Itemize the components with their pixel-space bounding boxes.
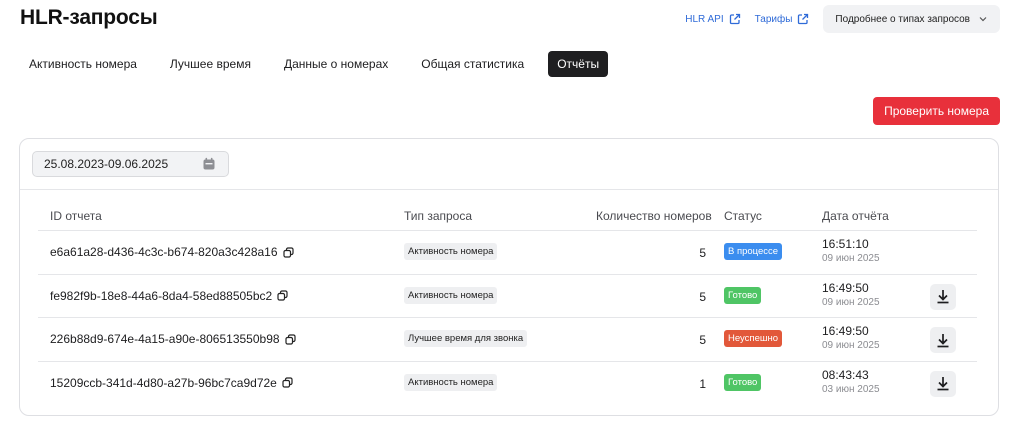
status-cell: В процессе (724, 243, 783, 260)
report-time: 08:43:43 (822, 367, 869, 382)
column-header-status: Статус (724, 209, 762, 223)
header: HLR-запросы HLR API Тарифы Подробнее о т… (20, 5, 1000, 33)
tab-reports[interactable]: Отчёты (548, 51, 609, 77)
status-cell: Готово (724, 373, 762, 391)
request-type-cell: Активность номера (404, 373, 498, 391)
status-badge: Готово (724, 373, 762, 391)
request-type-tag: Активность номера (404, 243, 498, 260)
download-icon (937, 377, 949, 391)
copy-icon[interactable] (282, 377, 293, 388)
request-type-cell: Активность номера (404, 286, 498, 304)
request-types-dropdown-label: Подробнее о типах запросов (835, 13, 970, 25)
report-time: 16:51:10 (822, 237, 869, 251)
external-link-icon (729, 13, 740, 25)
header-links: HLR API Тарифы Подробнее о типах запросо… (685, 5, 1000, 33)
report-date-cell: 08:43:43 03 июн 2025 (822, 367, 880, 397)
copy-icon[interactable] (282, 246, 294, 258)
numbers-count: 5 (699, 333, 706, 347)
tariffs-link[interactable]: Тарифы (755, 13, 810, 25)
table-row: fe982f9b-18e8-44a6-8da4-58ed88505bc2 Акт… (38, 275, 977, 318)
calendar-icon (203, 157, 215, 170)
status-badge: В процессе (724, 243, 783, 260)
chevron-down-icon (979, 17, 987, 22)
column-header-count: Количество номеров (596, 209, 712, 223)
request-type-tag: Лучшее время для звонка (404, 330, 528, 347)
column-header-date: Дата отчёта (822, 209, 889, 223)
request-types-dropdown[interactable]: Подробнее о типах запросов (823, 5, 1000, 33)
status-cell: Готово (724, 286, 762, 304)
request-type-tag: Активность номера (404, 286, 498, 304)
reports-table: ID отчета Тип запроса Количество номеров… (38, 201, 977, 405)
report-id: fe982f9b-18e8-44a6-8da4-58ed88505bc2 (50, 288, 273, 303)
numbers-count: 5 (699, 246, 706, 260)
tariffs-link-label: Тарифы (754, 13, 793, 25)
download-button[interactable] (930, 283, 956, 310)
tab-number-data[interactable]: Данные о номерах (275, 51, 397, 77)
column-header-id: ID отчета (50, 209, 102, 223)
reports-card: 25.08.2023-09.06.2025 ID отчета Тип запр… (19, 138, 999, 416)
hlr-api-link[interactable]: HLR API (685, 13, 740, 25)
status-badge: Неуспешно (724, 330, 783, 347)
report-date-cell: 16:49:50 09 июн 2025 (822, 280, 880, 310)
filter-bar: 25.08.2023-09.06.2025 (20, 139, 998, 190)
report-id: 15209ccb-341d-4d80-a27b-96bc7ca9d72e (50, 375, 277, 390)
report-id-cell: 226b88d9-674e-4a15-a90e-806513550b98 (50, 332, 296, 346)
report-time: 16:49:50 (822, 324, 869, 338)
request-type-cell: Лучшее время для звонка (404, 330, 528, 347)
external-link-icon (798, 13, 809, 25)
report-id-cell: e6a61a28-d436-4c3c-b674-820a3c428a16 (50, 245, 294, 259)
report-day: 09 июн 2025 (822, 340, 880, 351)
request-type-cell: Активность номера (404, 243, 498, 260)
report-day: 09 июн 2025 (822, 253, 880, 264)
table-row: 226b88d9-674e-4a15-a90e-806513550b98 Луч… (38, 318, 977, 362)
numbers-count: 1 (699, 376, 706, 391)
report-id-cell: fe982f9b-18e8-44a6-8da4-58ed88505bc2 (50, 289, 288, 303)
check-numbers-button[interactable]: Проверить номера (873, 97, 1000, 125)
numbers-count: 5 (699, 289, 706, 304)
date-range-picker[interactable]: 25.08.2023-09.06.2025 (32, 151, 229, 177)
report-id: e6a61a28-d436-4c3c-b674-820a3c428a16 (50, 245, 278, 259)
request-type-tag: Активность номера (404, 373, 498, 391)
page-title: HLR-запросы (20, 6, 158, 29)
table-row: 15209ccb-341d-4d80-a27b-96bc7ca9d72e Акт… (38, 362, 977, 406)
download-button[interactable] (930, 327, 956, 353)
download-icon (937, 290, 949, 304)
download-button[interactable] (930, 370, 956, 397)
download-icon (937, 333, 949, 347)
report-day: 09 июн 2025 (822, 296, 880, 308)
status-cell: Неуспешно (724, 330, 783, 347)
tab-number-activity[interactable]: Активность номера (20, 51, 146, 77)
table-row: e6a61a28-d436-4c3c-b674-820a3c428a16 Акт… (38, 231, 977, 275)
tabs: Активность номера Лучшее время Данные о … (20, 51, 623, 77)
report-date-cell: 16:49:50 09 июн 2025 (822, 323, 880, 353)
copy-icon[interactable] (277, 290, 288, 301)
tab-best-time[interactable]: Лучшее время (161, 51, 260, 77)
status-badge: Готово (724, 286, 762, 304)
hlr-api-link-label: HLR API (685, 13, 724, 25)
table-header: ID отчета Тип запроса Количество номеров… (38, 201, 977, 231)
tab-general-stats[interactable]: Общая статистика (412, 51, 533, 77)
report-id: 226b88d9-674e-4a15-a90e-806513550b98 (50, 332, 280, 346)
report-day: 03 июн 2025 (822, 383, 880, 395)
column-header-type: Тип запроса (404, 209, 473, 223)
report-date-cell: 16:51:10 09 июн 2025 (822, 236, 880, 266)
date-range-value: 25.08.2023-09.06.2025 (44, 157, 169, 171)
copy-icon[interactable] (284, 333, 296, 345)
report-id-cell: 15209ccb-341d-4d80-a27b-96bc7ca9d72e (50, 376, 293, 390)
report-time: 16:49:50 (822, 280, 869, 295)
